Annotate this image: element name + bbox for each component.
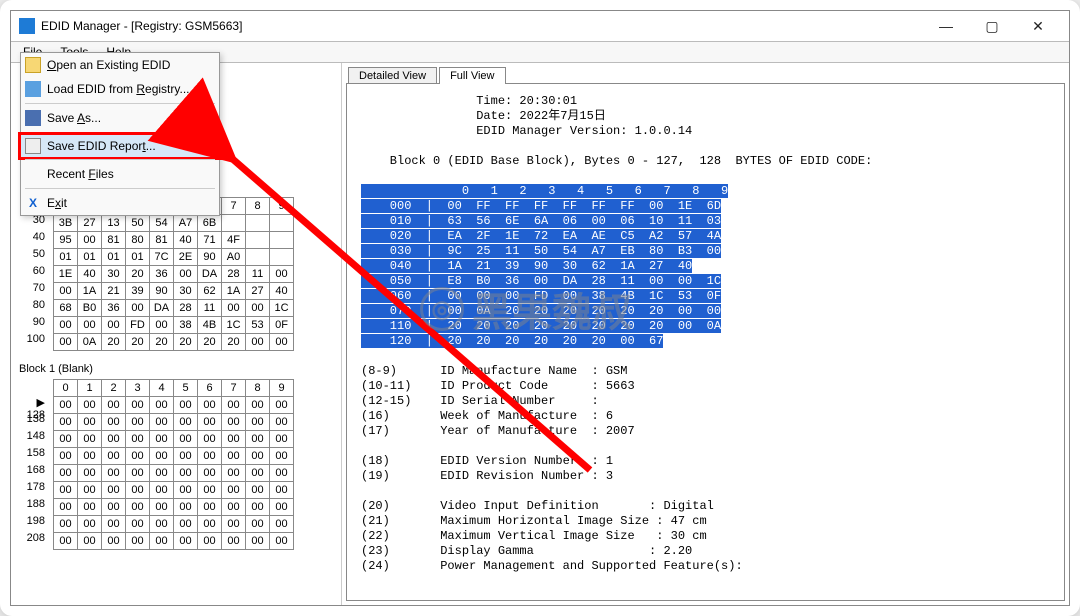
disk-icon bbox=[25, 110, 41, 126]
menu-open-edid[interactable]: Open an Existing EDID bbox=[21, 53, 219, 77]
report-icon bbox=[25, 138, 41, 154]
menu-separator bbox=[25, 159, 215, 160]
file-menu-dropdown: Open an Existing EDID Load EDID from Reg… bbox=[20, 52, 220, 216]
tabstrip: Detailed View Full View bbox=[342, 63, 1069, 83]
close-x-icon: X bbox=[25, 195, 41, 211]
close-button[interactable]: ✕ bbox=[1015, 11, 1061, 41]
menu-save-as[interactable]: Save As... bbox=[21, 106, 219, 130]
menu-load-registry[interactable]: Load EDID from Registry... bbox=[21, 77, 219, 101]
registry-icon bbox=[25, 81, 41, 97]
titlebar: EDID Manager - [Registry: GSM5663] — ▢ ✕ bbox=[11, 11, 1069, 41]
hex-table[interactable]: 01234567893B27135054A76B950081808140714F… bbox=[53, 197, 294, 351]
watermark-icon: ◎ bbox=[420, 287, 464, 331]
minimize-button[interactable]: — bbox=[923, 11, 969, 41]
app-icon bbox=[19, 18, 35, 34]
watermark: ◎ 黑果魏叔 bbox=[420, 280, 632, 338]
tab-full[interactable]: Full View bbox=[439, 67, 505, 84]
menu-save-report[interactable]: Save EDID Report... bbox=[20, 134, 220, 158]
maximize-button[interactable]: ▢ bbox=[969, 11, 1015, 41]
full-view-pane: Time: 20:30:01 Date: 2022年7月15日 EDID Man… bbox=[346, 83, 1065, 601]
app-window: EDID Manager - [Registry: GSM5663] — ▢ ✕… bbox=[0, 0, 1080, 616]
folder-icon bbox=[25, 57, 41, 73]
hex-table[interactable]: 0123456789000000000000000000000000000000… bbox=[53, 379, 294, 550]
watermark-text: 黑果魏叔 bbox=[472, 280, 632, 338]
menu-separator bbox=[25, 132, 215, 133]
tab-detailed[interactable]: Detailed View bbox=[348, 67, 437, 84]
menu-separator bbox=[25, 188, 215, 189]
window-title: EDID Manager - [Registry: GSM5663] bbox=[41, 19, 242, 33]
block1-label: Block 1 (Blank) bbox=[13, 361, 339, 379]
menu-recent-files[interactable]: Recent Files bbox=[21, 162, 219, 186]
menu-separator bbox=[25, 103, 215, 104]
menu-exit[interactable]: X Exit bbox=[21, 191, 219, 215]
